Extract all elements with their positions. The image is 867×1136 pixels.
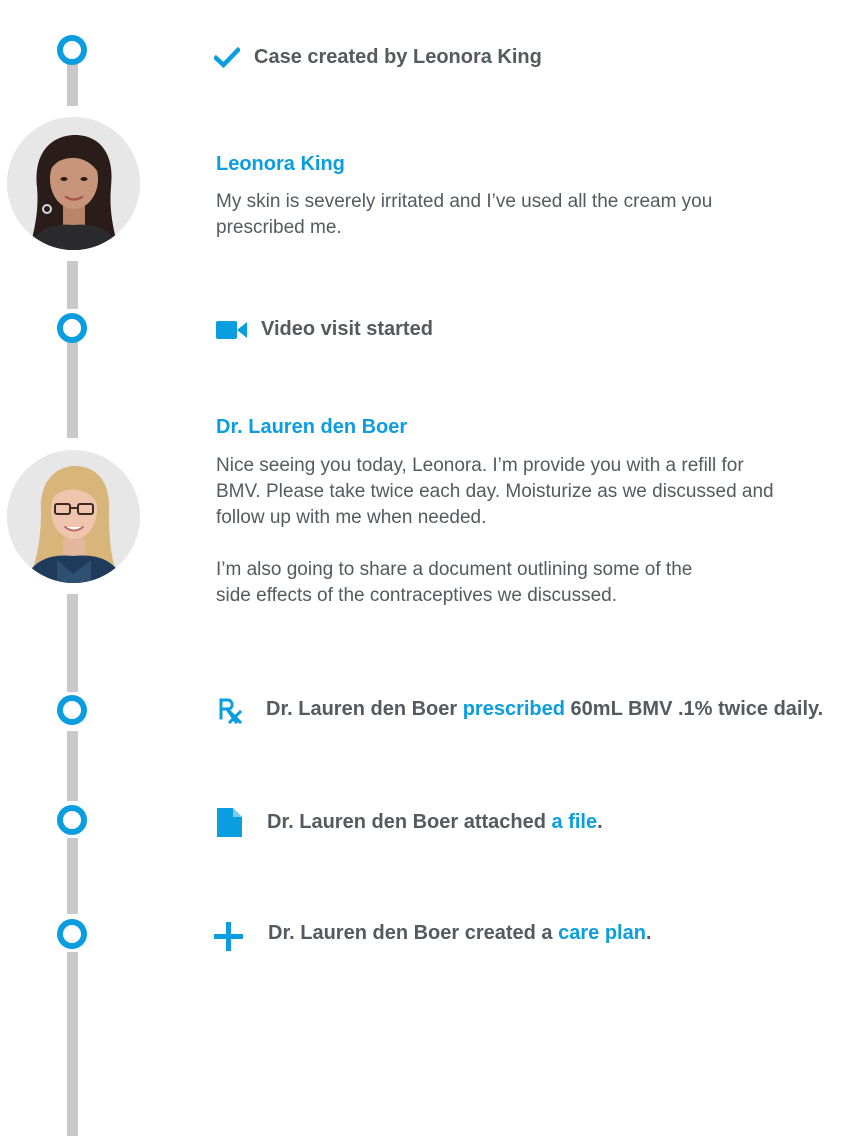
video-visit-event: Video visit started: [261, 318, 433, 341]
patient-avatar: [7, 117, 140, 250]
attachment-event: Dr. Lauren den Boer attached a file .: [267, 811, 603, 834]
doctor-avatar: [7, 450, 140, 583]
timeline-rail-segment: [67, 64, 78, 106]
care-plan-suffix: .: [645, 922, 652, 944]
message-author: Dr. Lauren den Boer: [216, 416, 408, 438]
message-author: Leonora King: [216, 153, 345, 175]
timeline-rail-segment: [67, 594, 78, 692]
patient-photo: [7, 117, 140, 250]
message-text: My skin is severely irritated and I’ve u…: [216, 191, 713, 238]
timeline-node: [57, 35, 87, 65]
message-text: Nice seeing you today, Leonora. I’m prov…: [216, 455, 774, 528]
timeline-rail-segment: [67, 731, 78, 801]
prescription-event: Dr. Lauren den Boer prescribed 60mL BMV …: [266, 698, 823, 721]
doctor-photo: [7, 450, 140, 583]
file-icon: [217, 808, 242, 837]
case-created-text: Case created by Leonora King: [254, 46, 542, 68]
timeline-rail-segment: [67, 952, 78, 1136]
attachment-prefix: Dr. Lauren den Boer attached: [267, 811, 552, 833]
timeline-rail-segment: [67, 342, 78, 438]
timeline-node: [57, 919, 87, 949]
video-camera-icon: [216, 321, 247, 339]
timeline-rail-segment: [67, 261, 78, 309]
care-plan-prefix: Dr. Lauren den Boer created a: [268, 922, 559, 944]
timeline-rail-segment: [67, 838, 78, 914]
prescription-suffix: 60mL BMV .1% twice daily.: [564, 698, 824, 720]
plus-icon: [214, 922, 243, 951]
timeline-node: [57, 313, 87, 343]
attachment-suffix: .: [597, 811, 603, 833]
prescription-prefix: Dr. Lauren den Boer: [266, 698, 463, 720]
check-icon: [214, 47, 240, 69]
message-text: I’m also going to share a document outli…: [216, 559, 693, 606]
attachment-link[interactable]: a file: [552, 811, 598, 834]
case-created-event: Case created by Leonora King: [254, 46, 542, 69]
care-plan-event: Dr. Lauren den Boer created a care plan …: [268, 922, 652, 945]
timeline-node: [57, 695, 87, 725]
prescription-link[interactable]: prescribed: [463, 698, 565, 721]
timeline-node: [57, 805, 87, 835]
rx-icon: [219, 698, 243, 725]
video-visit-text: Video visit started: [261, 318, 433, 340]
care-plan-link[interactable]: care plan: [558, 922, 646, 945]
